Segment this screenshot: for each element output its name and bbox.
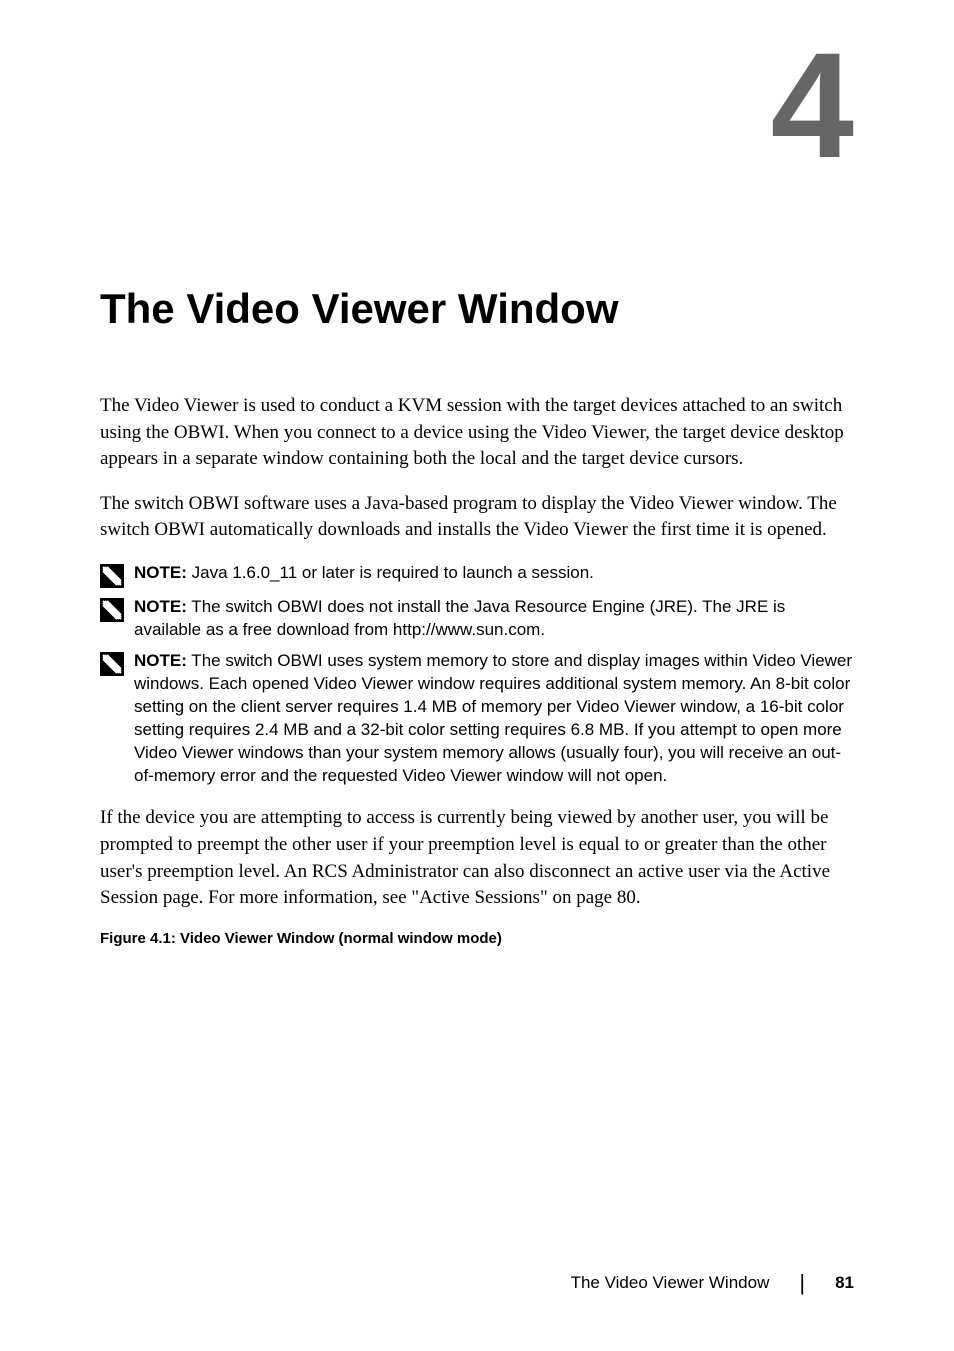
footer-title: The Video Viewer Window [571,1273,770,1293]
page-title: The Video Viewer Window [100,285,854,333]
note-block-3: NOTE: The switch OBWI uses system memory… [100,650,854,788]
footer-separator: | [799,1270,805,1296]
note-icon [100,598,124,622]
note-block-2: NOTE: The switch OBWI does not install t… [100,596,854,642]
note-content: The switch OBWI uses system memory to st… [134,651,852,785]
page-footer: The Video Viewer Window | 81 [571,1270,854,1296]
note-icon [100,564,124,588]
note-text-1: NOTE: Java 1.6.0_11 or later is required… [134,562,854,585]
note-label: NOTE: [134,651,187,670]
note-block-1: NOTE: Java 1.6.0_11 or later is required… [100,562,854,588]
note-text-3: NOTE: The switch OBWI uses system memory… [134,650,854,788]
note-content: The switch OBWI does not install the Jav… [134,597,785,639]
body-paragraph-3: If the device you are attempting to acce… [100,805,854,911]
body-paragraph-1: The Video Viewer is used to conduct a KV… [100,393,854,473]
note-icon [100,652,124,676]
note-text-2: NOTE: The switch OBWI does not install t… [134,596,854,642]
chapter-number: 4 [771,30,854,180]
note-content: Java 1.6.0_11 or later is required to la… [187,563,594,582]
footer-page-number: 81 [835,1273,854,1293]
note-label: NOTE: [134,597,187,616]
figure-caption: Figure 4.1: Video Viewer Window (normal … [100,930,854,947]
body-paragraph-2: The switch OBWI software uses a Java-bas… [100,491,854,544]
note-label: NOTE: [134,563,187,582]
